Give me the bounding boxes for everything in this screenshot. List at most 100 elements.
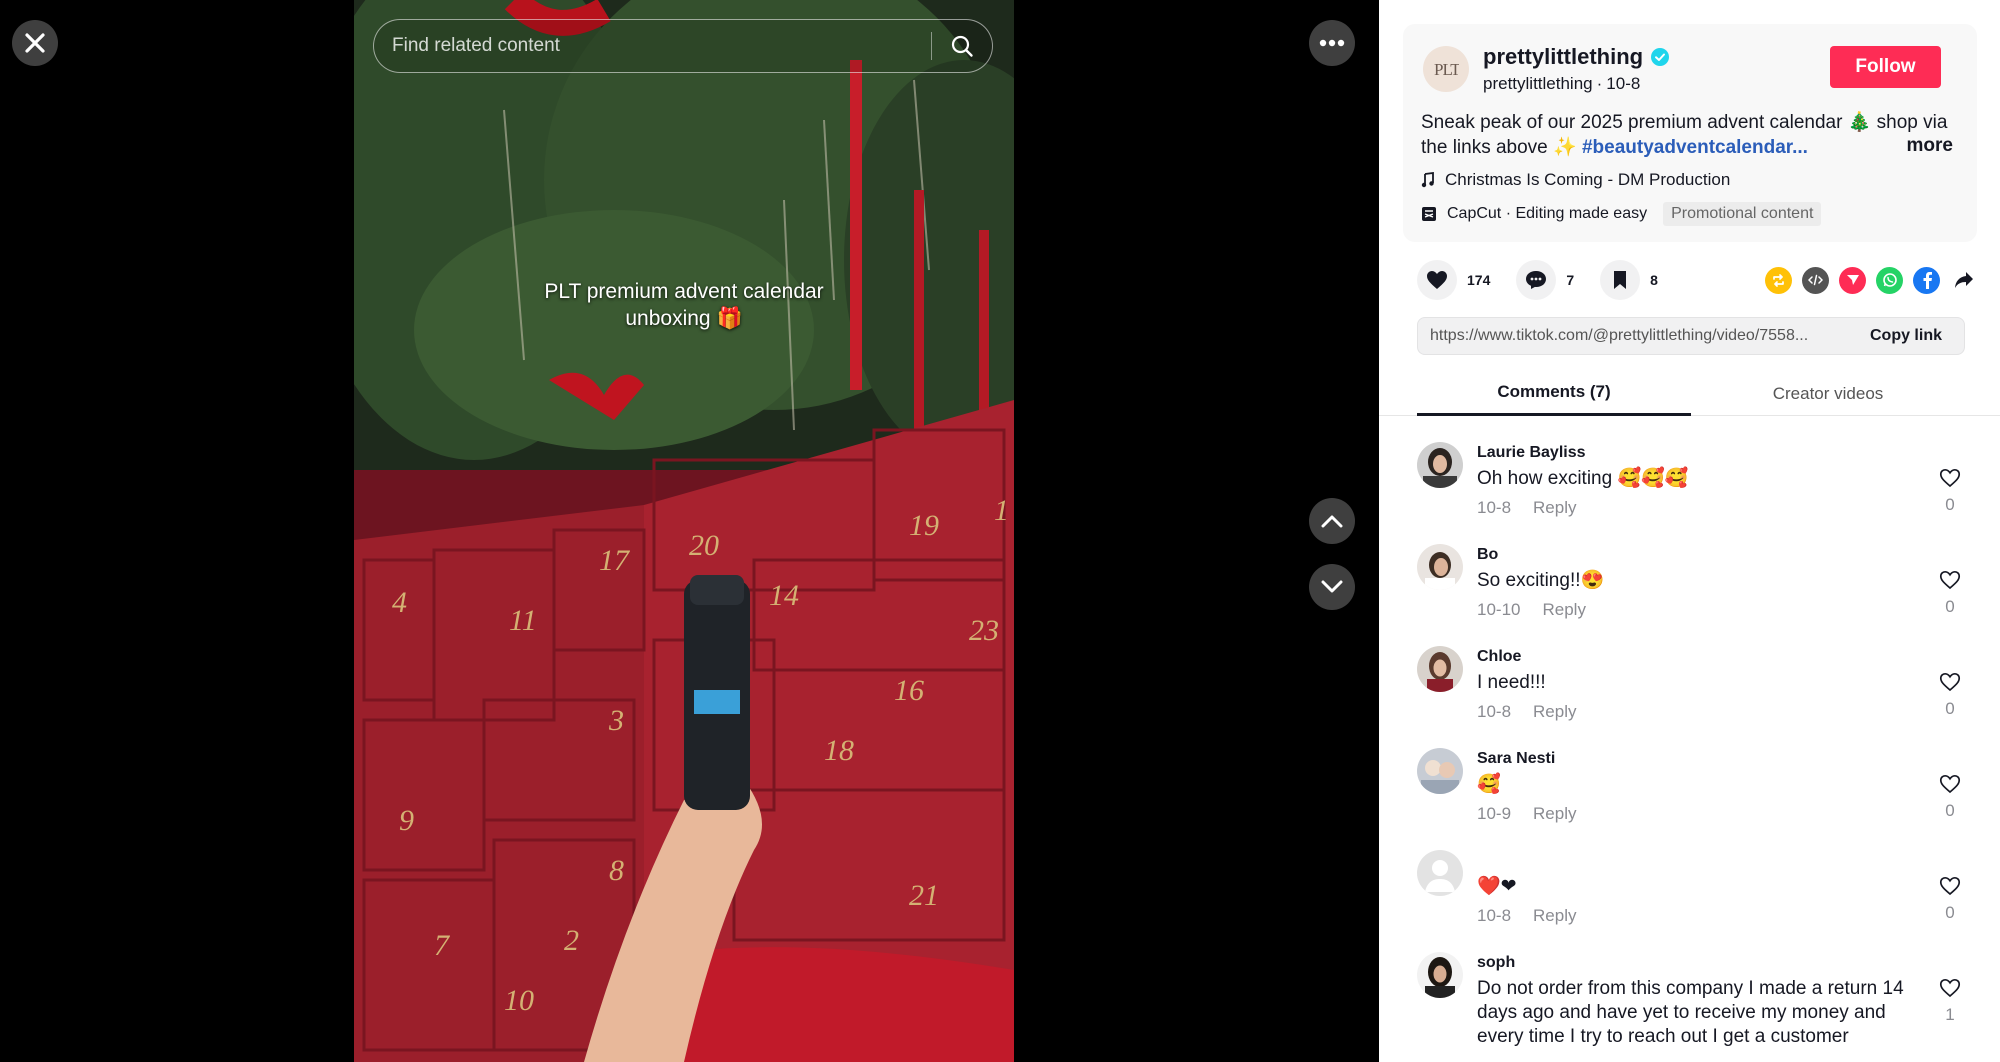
comment-like-button[interactable]: 0: [1937, 468, 1963, 515]
avatar[interactable]: [1417, 544, 1463, 590]
reply-button[interactable]: Reply: [1533, 498, 1576, 518]
music-title[interactable]: Christmas Is Coming - DM Production: [1445, 170, 1730, 190]
user-photo-icon: [1417, 442, 1463, 488]
creator-username-row[interactable]: prettylittlething: [1483, 44, 1670, 70]
avatar[interactable]: [1417, 646, 1463, 692]
close-icon: [25, 33, 45, 53]
avatar[interactable]: [1417, 442, 1463, 488]
comment-text: So exciting!!😍: [1477, 570, 1605, 591]
more-description-link[interactable]: more: [1907, 135, 1953, 157]
reply-button[interactable]: Reply: [1533, 702, 1576, 722]
comment-like-button[interactable]: 1: [1937, 978, 1963, 1025]
svg-text:PLT: PLT: [1434, 60, 1459, 79]
like-button[interactable]: [1417, 260, 1457, 300]
comment-author[interactable]: Chloe: [1477, 648, 1521, 666]
comment-like-button[interactable]: 0: [1937, 672, 1963, 719]
video-player[interactable]: 4 11 17 20 19 14 23 16 3 18 9 8 21 7 2 1…: [354, 0, 1014, 1062]
video-caption: PLT premium advent calendar unboxing 🎁: [544, 280, 824, 330]
comment-action[interactable]: 7: [1516, 260, 1574, 300]
svg-text:20: 20: [689, 529, 719, 562]
comment-text: 🥰: [1477, 774, 1501, 795]
share-link-url[interactable]: https://www.tiktok.com/@prettylittlethin…: [1418, 327, 1858, 345]
user-photo-icon: [1417, 544, 1463, 590]
comment-like-count: 1: [1945, 1005, 1955, 1024]
comment-date: 10-8: [1477, 702, 1512, 721]
svg-text:9: 9: [399, 804, 414, 837]
hashtag-link[interactable]: #beautyadventcalendar...: [1582, 137, 1808, 158]
comment-text: I need!!!: [1477, 672, 1546, 693]
comment-author[interactable]: Laurie Bayliss: [1477, 444, 1586, 462]
comment-text: ❤️❤: [1477, 876, 1517, 897]
tab-comments[interactable]: Comments (7): [1417, 371, 1691, 416]
whatsapp-share-button[interactable]: [1876, 266, 1903, 294]
comment-button[interactable]: [1516, 260, 1557, 300]
search-icon: [951, 35, 973, 57]
copy-link-button[interactable]: Copy link: [1858, 327, 1964, 345]
music-row[interactable]: Christmas Is Coming - DM Production: [1421, 170, 1730, 190]
heart-outline-icon: [1939, 876, 1961, 896]
repost-icon: [1773, 273, 1784, 287]
comment-author[interactable]: soph: [1477, 954, 1515, 972]
details-panel: PLT prettylittlething prettylittlething …: [1379, 0, 2000, 1062]
avatar[interactable]: [1417, 748, 1463, 794]
comment-author[interactable]: Sara Nesti: [1477, 750, 1555, 768]
repost-button[interactable]: [1765, 266, 1792, 294]
comment-item: Laurie Bayliss Oh how exciting 🥰🥰🥰 10-8 …: [1379, 416, 2000, 518]
chevron-down-icon: [1321, 580, 1343, 593]
whatsapp-icon: [1882, 273, 1897, 287]
follow-button[interactable]: Follow: [1830, 46, 1941, 88]
previous-video-button[interactable]: [1309, 498, 1355, 544]
comment-meta: 10-8 Reply: [1477, 498, 1577, 518]
capcut-label[interactable]: CapCut · Editing made easy: [1447, 205, 1647, 223]
save-action[interactable]: 8: [1600, 260, 1658, 300]
comment-like-count: 0: [1945, 699, 1955, 718]
svg-text:23: 23: [969, 614, 999, 647]
brand-logo-icon: PLT: [1434, 60, 1459, 79]
comment-item: Chloe I need!!! 10-8 Reply 0: [1379, 620, 2000, 722]
close-button[interactable]: [12, 20, 58, 66]
post-info-card: PLT prettylittlething prettylittlething …: [1403, 24, 1977, 242]
facebook-share-button[interactable]: [1913, 266, 1940, 294]
search-input[interactable]: [374, 20, 931, 72]
heart-icon: [1427, 271, 1447, 289]
avatar[interactable]: [1417, 850, 1463, 896]
svg-text:2: 2: [564, 924, 579, 957]
creator-username[interactable]: prettylittlething: [1483, 44, 1643, 70]
comment-like-button[interactable]: 0: [1937, 570, 1963, 617]
more-options-button[interactable]: [1309, 20, 1355, 66]
svg-text:14: 14: [769, 579, 799, 612]
search-button[interactable]: [932, 20, 992, 72]
send-to-friends-button[interactable]: [1839, 266, 1866, 294]
action-bar: 174 7 8: [1417, 260, 1977, 300]
paper-plane-icon: [1846, 275, 1859, 285]
creator-subline: prettylittlething · 10-8: [1483, 74, 1640, 94]
comment-meta: 10-8 Reply: [1477, 906, 1577, 926]
heart-outline-icon: [1939, 468, 1961, 488]
svg-text:3: 3: [608, 704, 624, 737]
comment-like-button[interactable]: 0: [1937, 876, 1963, 923]
tab-creator-videos[interactable]: Creator videos: [1691, 371, 1965, 416]
next-video-button[interactable]: [1309, 564, 1355, 610]
bookmark-icon: [1614, 271, 1627, 289]
reply-button[interactable]: Reply: [1542, 600, 1585, 620]
like-action[interactable]: 174: [1417, 260, 1490, 300]
reply-button[interactable]: Reply: [1533, 804, 1576, 824]
reply-button[interactable]: Reply: [1533, 906, 1576, 926]
creator-avatar[interactable]: PLT: [1423, 46, 1469, 92]
comment-meta: 10-8 Reply: [1477, 702, 1577, 722]
comment-like-count: 0: [1945, 597, 1955, 616]
svg-text:10: 10: [504, 984, 534, 1017]
user-photo-icon: [1417, 952, 1463, 998]
comment-like-button[interactable]: 0: [1937, 774, 1963, 821]
comment-author[interactable]: Bo: [1477, 546, 1498, 564]
share-arrow-icon: [1954, 272, 1973, 288]
embed-button[interactable]: [1802, 266, 1829, 294]
video-stage: 4 11 17 20 19 14 23 16 3 18 9 8 21 7 2 1…: [0, 0, 1379, 1062]
default-avatar-icon: [1417, 850, 1463, 896]
like-count: 174: [1467, 272, 1491, 288]
svg-text:18: 18: [824, 734, 854, 767]
avatar[interactable]: [1417, 952, 1463, 998]
comment-like-count: 0: [1945, 903, 1955, 922]
more-share-button[interactable]: [1950, 267, 1977, 294]
save-button[interactable]: [1600, 260, 1641, 300]
